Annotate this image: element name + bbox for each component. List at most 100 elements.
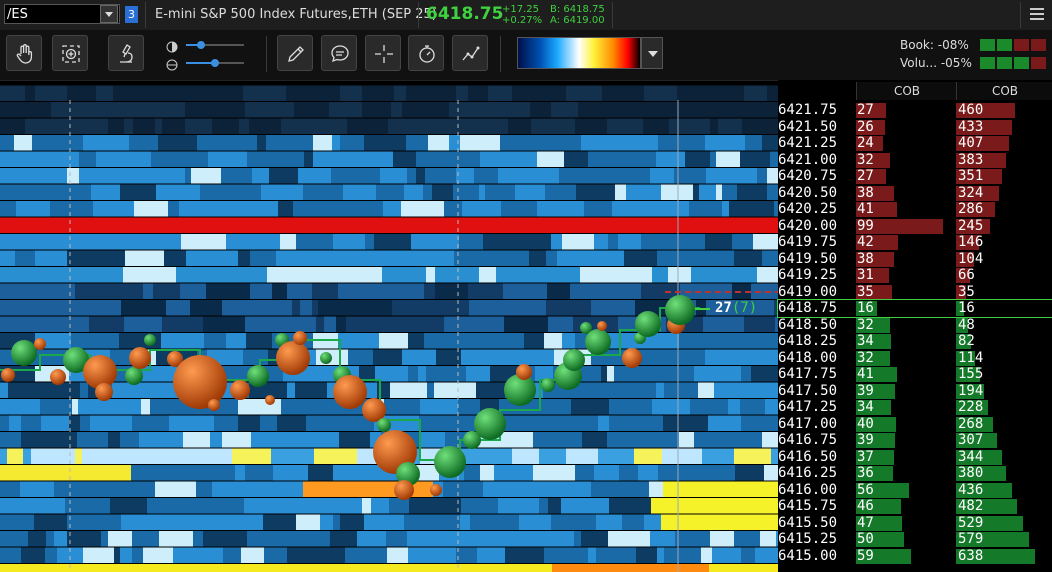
ladder-price[interactable]: 6420.50 [778,185,856,201]
ladder-price[interactable]: 6417.25 [778,399,856,415]
ladder-row[interactable]: 6418.00 32 114 [778,350,1052,367]
ladder-row[interactable]: 6416.00 56 436 [778,482,1052,499]
ladder-row[interactable]: 6415.50 47 529 [778,515,1052,532]
ladder-price[interactable]: 6415.25 [778,531,856,547]
heatmap-cell [539,168,560,184]
heatmap-cell [300,300,313,316]
notes-button[interactable] [321,35,357,71]
ladder-row[interactable]: 6417.25 34 228 [778,399,1052,416]
microscope-button[interactable] [108,35,144,71]
ladder-row[interactable]: 6420.25 41 286 [778,201,1052,218]
heatmap-cell [69,465,107,481]
zoom-tool-button[interactable] [52,35,88,71]
heatmap-cell [551,102,579,118]
ladder-row[interactable]: 6421.75 27 460 [778,102,1052,119]
studies-button[interactable] [452,35,488,71]
ladder-price[interactable]: 6418.75 [778,300,856,316]
ladder-price[interactable]: 6416.50 [778,449,856,465]
cumulative-cob-value: 114 [958,349,984,366]
heatmap-chart[interactable] [0,80,778,572]
ladder-row[interactable]: 6415.25 50 579 [778,531,1052,548]
ladder-price[interactable]: 6419.75 [778,234,856,250]
heatmap-cell [410,564,427,572]
heatmap-cell [402,102,444,118]
brightness-slider-handle[interactable] [197,41,205,49]
heatmap-cell [67,250,82,266]
ladder-row[interactable]: 6419.50 38 104 [778,251,1052,268]
ladder-price[interactable]: 6419.50 [778,251,856,267]
heatmap-cell [351,300,393,316]
heatmap-cell [145,85,171,101]
ladder-price[interactable]: 6416.25 [778,465,856,481]
ladder-row[interactable]: 6420.50 38 324 [778,185,1052,202]
ladder-price[interactable]: 6418.50 [778,317,856,333]
heatmap-cell [591,300,636,316]
color-scheme-dropdown[interactable] [641,37,663,69]
heatmap-cell [304,151,314,167]
heatmap-cell [716,184,723,200]
ladder-price[interactable]: 6415.75 [778,498,856,514]
ladder-price[interactable]: 6415.00 [778,548,856,564]
ladder-price[interactable]: 6421.50 [778,119,856,135]
heatmap-cell [629,399,653,415]
heatmap-cell [615,564,638,572]
ladder-price[interactable]: 6419.25 [778,267,856,283]
heatmap-cell [337,481,362,497]
ladder-row[interactable]: 6419.25 31 66 [778,267,1052,284]
ladder-row[interactable]: 6419.75 42 146 [778,234,1052,251]
heatmap-cell [376,184,405,200]
ladder-row[interactable]: 6415.75 46 482 [778,498,1052,515]
ladder-row[interactable]: 6416.75 39 307 [778,432,1052,449]
ladder-price[interactable]: 6417.00 [778,416,856,432]
ladder-price[interactable]: 6418.00 [778,350,856,366]
ladder-row[interactable]: 6421.25 24 407 [778,135,1052,152]
ladder-price[interactable]: 6419.00 [778,284,856,300]
price-ladder[interactable]: COB COB 6421.75 27 460 6421.50 26 433 6421.25 2… [777,80,1052,572]
ladder-row[interactable]: 6420.00 99 245 [778,218,1052,235]
ladder-price[interactable]: 6421.00 [778,152,856,168]
ladder-price[interactable]: 6421.25 [778,135,856,151]
heatmap-cell [274,151,305,167]
ladder-price[interactable]: 6421.75 [778,102,856,118]
menu-icon[interactable] [1030,8,1044,20]
ladder-row[interactable]: 6420.75 27 351 [778,168,1052,185]
color-scheme-gradient[interactable] [517,37,641,69]
ladder-price[interactable]: 6417.75 [778,366,856,382]
ladder-row[interactable]: 6417.00 40 268 [778,416,1052,433]
ladder-row[interactable]: 6418.50 32 48 [778,317,1052,334]
ladder-price[interactable]: 6415.50 [778,515,856,531]
heatmap-cell [500,514,520,530]
crosshair-button[interactable] [365,35,401,71]
heatmap-cell [637,564,677,572]
ladder-price[interactable]: 6418.25 [778,333,856,349]
ladder-row[interactable]: 6416.50 37 344 [778,449,1052,466]
drawing-tool-button[interactable] [277,35,313,71]
ladder-row[interactable]: 6418.25 34 82 [778,333,1052,350]
ladder-row[interactable]: 6417.50 39 194 [778,383,1052,400]
ladder-price[interactable]: 6420.00 [778,218,856,234]
ladder-row[interactable]: 6416.25 36 380 [778,465,1052,482]
ladder-row[interactable]: 6418.75 16 16 [777,299,1052,318]
cumulative-cob-column-header[interactable]: COB [956,82,1052,100]
ladder-price[interactable]: 6420.75 [778,168,856,184]
timer-button[interactable] [408,35,444,71]
cob-column-header[interactable]: COB [856,82,957,100]
ladder-row[interactable]: 6417.75 41 155 [778,366,1052,383]
ladder-row[interactable]: 6415.00 59 638 [778,548,1052,565]
symbol-dropdown-button[interactable] [100,5,118,23]
heatmap-cell [678,481,711,497]
ladder-price[interactable]: 6416.75 [778,432,856,448]
ladder-price[interactable]: 6416.00 [778,482,856,498]
heatmap-cell [364,514,371,530]
ladder-row[interactable]: 6419.00 35 35 [778,284,1052,301]
link-group-badge[interactable]: 3 [125,6,138,23]
heatmap-cell [0,201,10,217]
ladder-row[interactable]: 6421.00 32 383 [778,152,1052,169]
ladder-price[interactable]: 6417.50 [778,383,856,399]
contrast-slider-handle[interactable] [211,59,219,67]
ladder-row[interactable]: 6421.50 26 433 [778,119,1052,136]
ladder-price[interactable]: 6420.25 [778,201,856,217]
heatmap-cell [185,168,192,184]
heatmap-cell [407,531,444,547]
hand-tool-button[interactable] [6,35,42,71]
